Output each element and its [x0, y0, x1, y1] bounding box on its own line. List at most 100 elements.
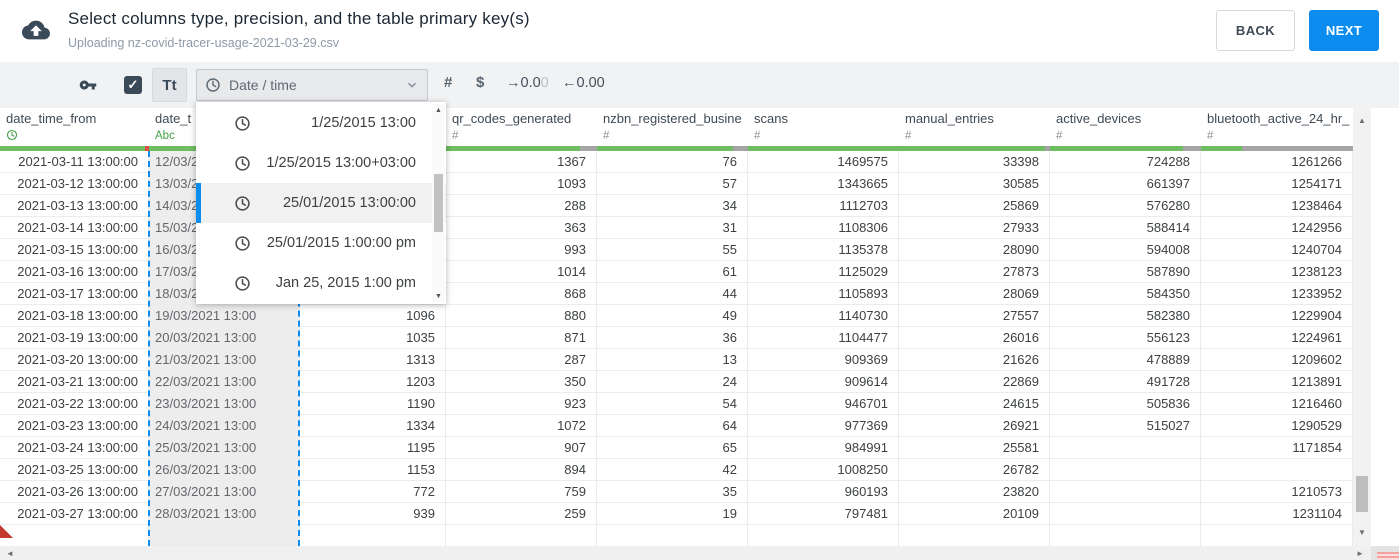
cell[interactable]: 26782 — [899, 459, 1050, 481]
cell[interactable]: 1240704 — [1201, 239, 1353, 261]
cell[interactable]: 27933 — [899, 217, 1050, 239]
cell[interactable]: 25581 — [899, 437, 1050, 459]
cell[interactable]: 939 — [300, 503, 446, 525]
cell[interactable]: 76 — [597, 151, 748, 173]
cell[interactable]: 515027 — [1050, 415, 1201, 437]
cell[interactable]: 1469575 — [748, 151, 899, 173]
cell[interactable]: 27557 — [899, 305, 1050, 327]
cell[interactable]: 1261266 — [1201, 151, 1353, 173]
cell[interactable]: 28090 — [899, 239, 1050, 261]
cell[interactable]: 34 — [597, 195, 748, 217]
cell[interactable]: 2021-03-23 13:00:00 — [0, 415, 149, 437]
dropdown-scroll-down-arrow[interactable]: ▼ — [432, 290, 445, 302]
number-type-button[interactable]: # — [444, 74, 452, 91]
cell[interactable]: 22869 — [899, 371, 1050, 393]
cell[interactable]: 1153 — [300, 459, 446, 481]
cell[interactable]: 1171854 — [1201, 437, 1353, 459]
cell[interactable]: 2021-03-19 13:00:00 — [0, 327, 149, 349]
vertical-scrollbar[interactable]: ▲ ▼ — [1353, 108, 1371, 546]
column-header-manual_entries[interactable]: manual_entries # — [899, 108, 1050, 151]
cell[interactable]: 2021-03-22 13:00:00 — [0, 393, 149, 415]
cell[interactable]: 23820 — [899, 481, 1050, 503]
cell[interactable]: 661397 — [1050, 173, 1201, 195]
column-header-nzbn_registered_busine[interactable]: nzbn_registered_busine # — [597, 108, 748, 151]
column-type-select[interactable]: Date / time — [196, 69, 428, 101]
cell[interactable]: 1112703 — [748, 195, 899, 217]
cell[interactable]: 24615 — [899, 393, 1050, 415]
cell[interactable]: 894 — [446, 459, 597, 481]
column-header-date_time_from[interactable]: date_time_from — [0, 108, 149, 151]
cell[interactable]: 54 — [597, 393, 748, 415]
cell[interactable]: 1096 — [300, 305, 446, 327]
cell[interactable]: 594008 — [1050, 239, 1201, 261]
cell[interactable]: 61 — [597, 261, 748, 283]
cell[interactable] — [748, 525, 899, 547]
cell[interactable]: 907 — [446, 437, 597, 459]
dropdown-scroll-thumb[interactable] — [434, 174, 443, 232]
cell[interactable]: 1108306 — [748, 217, 899, 239]
horizontal-scrollbar[interactable]: ◄ ► — [0, 546, 1399, 560]
cell[interactable]: 13 — [597, 349, 748, 371]
cell[interactable]: 909369 — [748, 349, 899, 371]
cell[interactable] — [597, 525, 748, 547]
cell[interactable]: 42 — [597, 459, 748, 481]
cell[interactable]: 977369 — [748, 415, 899, 437]
cell[interactable]: 1238464 — [1201, 195, 1353, 217]
cell[interactable]: 21626 — [899, 349, 1050, 371]
cell[interactable]: 582380 — [1050, 305, 1201, 327]
cell[interactable]: 2021-03-15 13:00:00 — [0, 239, 149, 261]
cell[interactable]: 20109 — [899, 503, 1050, 525]
cell[interactable]: 22/03/2021 13:00 — [149, 371, 300, 393]
currency-type-button[interactable]: $ — [476, 74, 484, 91]
cell[interactable]: 26921 — [899, 415, 1050, 437]
cell[interactable]: 24 — [597, 371, 748, 393]
cell[interactable]: 44 — [597, 283, 748, 305]
cell[interactable]: 49 — [597, 305, 748, 327]
scroll-down-arrow[interactable]: ▼ — [1353, 524, 1371, 540]
back-button[interactable]: BACK — [1216, 10, 1295, 51]
cell[interactable]: 1210573 — [1201, 481, 1353, 503]
cell[interactable] — [446, 525, 597, 547]
cell[interactable]: 584350 — [1050, 283, 1201, 305]
cell[interactable]: 33398 — [899, 151, 1050, 173]
cell[interactable]: 1213891 — [1201, 371, 1353, 393]
cell[interactable]: 21/03/2021 13:00 — [149, 349, 300, 371]
cell[interactable]: 2021-03-25 13:00:00 — [0, 459, 149, 481]
cell[interactable]: 1135378 — [748, 239, 899, 261]
cell[interactable]: 1313 — [300, 349, 446, 371]
cell[interactable]: 491728 — [1050, 371, 1201, 393]
increase-decimals-button[interactable]: ←0.00 — [562, 75, 605, 91]
cell[interactable]: 1035 — [300, 327, 446, 349]
cell[interactable]: 588414 — [1050, 217, 1201, 239]
cell[interactable]: 868 — [446, 283, 597, 305]
cell[interactable]: 772 — [300, 481, 446, 503]
cell[interactable]: 2021-03-27 13:00:00 — [0, 503, 149, 525]
cell[interactable]: 1233952 — [1201, 283, 1353, 305]
cell[interactable]: 350 — [446, 371, 597, 393]
cell[interactable]: 1195 — [300, 437, 446, 459]
cell[interactable]: 1008250 — [748, 459, 899, 481]
cell[interactable]: 1125029 — [748, 261, 899, 283]
cell[interactable] — [149, 525, 300, 547]
cell[interactable]: 1334 — [300, 415, 446, 437]
cell[interactable]: 759 — [446, 481, 597, 503]
cell[interactable]: 880 — [446, 305, 597, 327]
text-type-button[interactable]: Tt — [152, 68, 187, 102]
cell[interactable]: 2021-03-26 13:00:00 — [0, 481, 149, 503]
cell[interactable]: 55 — [597, 239, 748, 261]
column-header-active_devices[interactable]: active_devices # — [1050, 108, 1201, 151]
cell[interactable]: 909614 — [748, 371, 899, 393]
cell[interactable]: 363 — [446, 217, 597, 239]
cell[interactable]: 27873 — [899, 261, 1050, 283]
cell[interactable]: 1105893 — [748, 283, 899, 305]
cell[interactable]: 1238123 — [1201, 261, 1353, 283]
cell[interactable]: 2021-03-20 13:00:00 — [0, 349, 149, 371]
cell[interactable]: 19/03/2021 13:00 — [149, 305, 300, 327]
cell[interactable]: 259 — [446, 503, 597, 525]
cell[interactable]: 288 — [446, 195, 597, 217]
decrease-decimals-button[interactable]: →0.00 — [506, 75, 549, 91]
cell[interactable]: 556123 — [1050, 327, 1201, 349]
cell[interactable]: 576280 — [1050, 195, 1201, 217]
cell[interactable]: 28069 — [899, 283, 1050, 305]
cell[interactable]: 724288 — [1050, 151, 1201, 173]
